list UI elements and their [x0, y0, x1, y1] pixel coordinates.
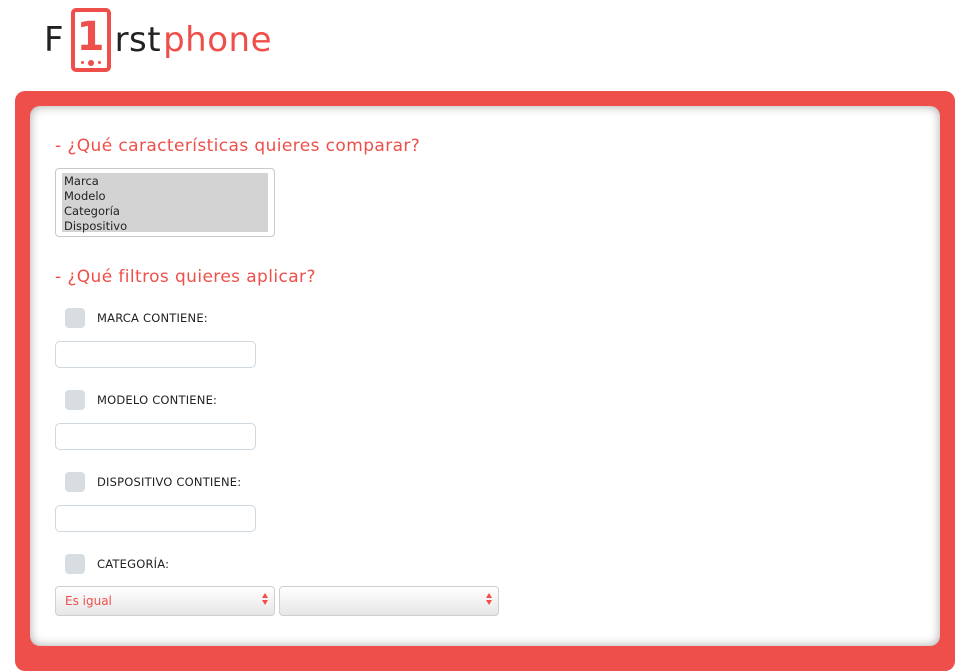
- form-frame: - ¿Qué características quieres comparar?…: [15, 91, 955, 671]
- categoria-label: CATEGORÍA:: [97, 557, 170, 571]
- option-marca[interactable]: Marca: [64, 174, 266, 189]
- dispositivo-input[interactable]: [55, 505, 256, 532]
- marca-checkbox[interactable]: [65, 308, 85, 328]
- modelo-input[interactable]: [55, 423, 256, 450]
- logo-letter-f: F: [44, 20, 65, 60]
- categoria-operator-value: Es igual: [65, 594, 112, 608]
- form-panel: - ¿Qué características quieres comparar?…: [30, 106, 940, 646]
- dispositivo-checkbox[interactable]: [65, 472, 85, 492]
- filter-dispositivo-row: DISPOSITIVO CONTIENE:: [65, 472, 241, 492]
- select-arrows-icon: [262, 593, 268, 605]
- compare-question-title: - ¿Qué características quieres comparar?: [55, 136, 421, 156]
- logo-text-phone: phone: [163, 20, 272, 60]
- dispositivo-label: DISPOSITIVO CONTIENE:: [97, 475, 242, 489]
- filter-modelo-row: MODELO CONTIENE:: [65, 390, 217, 410]
- filter-categoria-row: CATEGORÍA:: [65, 554, 169, 574]
- marca-label: MARCA CONTIENE:: [97, 311, 208, 325]
- filter-marca-row: MARCA CONTIENE:: [65, 308, 208, 328]
- categoria-value-select[interactable]: [279, 586, 499, 616]
- logo-digit: 1: [76, 14, 105, 60]
- modelo-checkbox[interactable]: [65, 390, 85, 410]
- firstphone-logo: F 1 rst phone: [44, 6, 272, 74]
- categoria-checkbox[interactable]: [65, 554, 85, 574]
- modelo-label: MODELO CONTIENE:: [97, 393, 218, 407]
- phone-buttons-icon: [75, 60, 107, 66]
- select-arrows-icon: [486, 593, 492, 605]
- logo-text-rst: rst: [114, 20, 162, 60]
- option-categoria[interactable]: Categoría: [64, 204, 266, 219]
- selected-options: Marca Modelo Categoría Dispositivo: [62, 173, 268, 234]
- compare-features-multiselect[interactable]: Marca Modelo Categoría Dispositivo: [55, 168, 275, 237]
- option-modelo[interactable]: Modelo: [64, 189, 266, 204]
- option-dispositivo[interactable]: Dispositivo: [64, 219, 266, 234]
- categoria-operator-select[interactable]: Es igual: [55, 586, 275, 616]
- filters-question-title: - ¿Qué filtros quieres aplicar?: [55, 267, 316, 287]
- marca-input[interactable]: [55, 341, 256, 368]
- phone-logo-icon: 1: [70, 8, 111, 72]
